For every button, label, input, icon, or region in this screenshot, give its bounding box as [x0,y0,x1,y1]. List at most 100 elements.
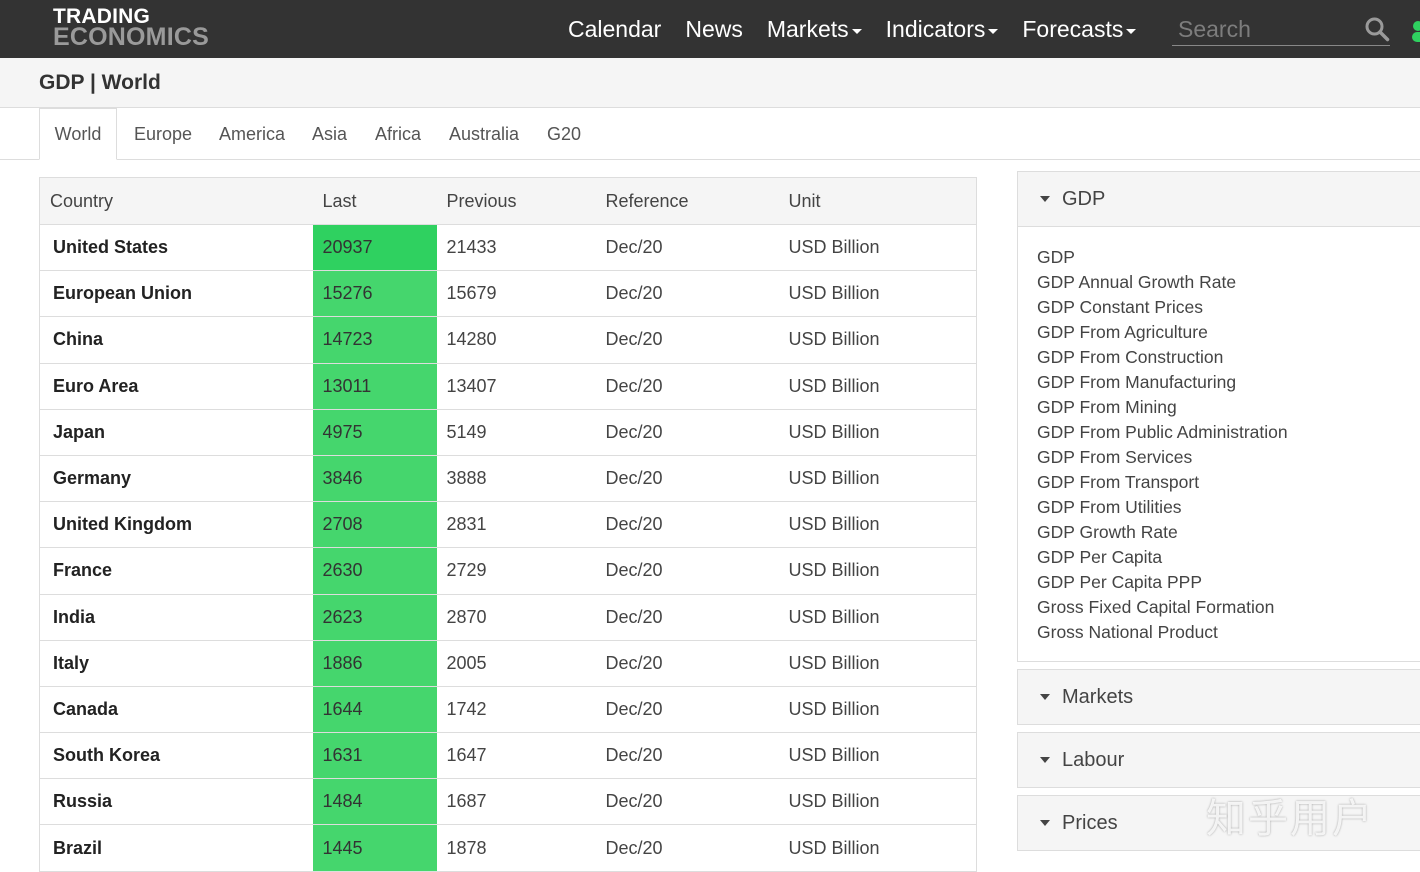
nav-item-forecasts[interactable]: Forecasts [1010,16,1148,43]
cell-unit: USD Billion [778,640,977,687]
table-row[interactable]: South Korea 1631 1647 Dec/20 USD Billion [39,732,977,780]
nav-label: Markets [766,15,849,42]
table-row[interactable]: Russia 1484 1687 Dec/20 USD Billion [39,778,977,826]
cell-country[interactable]: European Union [39,270,313,318]
table-header-row: Country Last Previous Reference Unit [39,177,977,225]
cell-country[interactable]: South Korea [39,732,313,780]
tab-africa[interactable]: Africa [375,108,421,160]
cell-country[interactable]: China [39,316,313,364]
sidebar-link[interactable]: GDP From Transport [1037,470,1420,495]
cell-last: 1484 [312,778,437,826]
table-row[interactable]: Italy 1886 2005 Dec/20 USD Billion [39,640,977,687]
table-row[interactable]: France 2630 2729 Dec/20 USD Billion [39,547,977,595]
header-reference[interactable]: Reference [595,177,779,225]
cell-unit: USD Billion [778,455,977,503]
sidebar-link[interactable]: GDP Growth Rate [1037,520,1420,545]
sidebar-link[interactable]: GDP Per Capita [1037,545,1420,570]
cell-previous: 13407 [436,363,596,410]
nav-item-indicators[interactable]: Indicators [874,16,1011,43]
sidebar-link[interactable]: GDP From Public Administration [1037,420,1420,445]
cell-reference: Dec/20 [595,594,779,641]
cell-country[interactable]: Russia [39,778,313,826]
panel-title: Prices [1062,811,1118,834]
tab-america[interactable]: America [219,108,285,160]
table-row[interactable]: India 2623 2870 Dec/20 USD Billion [39,594,977,641]
table-row[interactable]: Germany 3846 3888 Dec/20 USD Billion [39,455,977,503]
sidebar-link[interactable]: GDP From Utilities [1037,495,1420,520]
sidebar-link[interactable]: GDP Constant Prices [1037,295,1420,320]
sidebar-link[interactable]: GDP Annual Growth Rate [1037,270,1420,295]
sidebar-link[interactable]: GDP From Agriculture [1037,320,1420,345]
cell-reference: Dec/20 [595,640,779,687]
header-last[interactable]: Last [312,177,437,225]
table-row[interactable]: European Union 15276 15679 Dec/20 USD Billio… [39,270,977,318]
cell-country[interactable]: Brazil [39,824,313,872]
page-title: GDP | World [39,71,161,94]
nav-item-markets[interactable]: Markets [755,16,874,43]
table-row[interactable]: China 14723 14280 Dec/20 USD Billion [39,316,977,364]
cell-previous: 1742 [436,686,596,734]
table-row[interactable]: United Kingdom 2708 2831 Dec/20 USD Billion [39,501,977,549]
cell-last: 2708 [312,501,437,549]
cell-unit: USD Billion [778,824,977,872]
cell-country[interactable]: Italy [39,640,313,687]
chevron-down-icon [1126,28,1137,34]
sidebar-link[interactable]: GDP From Manufacturing [1037,370,1420,395]
cell-country[interactable]: United States [39,224,313,272]
cell-country[interactable]: India [39,594,313,641]
table-row[interactable]: Canada 1644 1742 Dec/20 USD Billion [39,686,977,734]
table-row[interactable]: Euro Area 13011 13407 Dec/20 USD Billion [39,363,977,410]
nav-item-news[interactable]: News [673,16,755,43]
sidebar-link[interactable]: GDP From Services [1037,445,1420,470]
cell-last: 13011 [312,363,437,410]
cell-unit: USD Billion [778,409,977,456]
tab-europe[interactable]: Europe [134,108,192,160]
sidebar-link[interactable]: Gross National Product [1037,620,1420,645]
sidebar-link[interactable]: GDP Per Capita PPP [1037,570,1420,595]
cell-country[interactable]: France [39,547,313,595]
cell-unit: USD Billion [778,270,977,318]
table-row[interactable]: United States 20937 21433 Dec/20 USD Billion [39,224,977,272]
search-icon[interactable] [1364,16,1390,42]
panel-gdp-header[interactable]: GDP [1017,171,1420,227]
cell-last: 1644 [312,686,437,734]
panel-gdp-links: GDP GDP Annual Growth Rate GDP Constant Pr… [1017,227,1420,662]
site-logo[interactable]: TRADING ECONOMICS [53,6,209,52]
logo-line-2: ECONOMICS [53,23,209,52]
sidebar-link[interactable]: Gross Fixed Capital Formation [1037,595,1420,620]
cell-previous: 3888 [436,455,596,503]
cell-country[interactable]: Canada [39,686,313,734]
nav-item-calendar[interactable]: Calendar [556,16,673,43]
panel-markets-header[interactable]: Markets [1017,669,1420,725]
tab-australia[interactable]: Australia [449,108,519,160]
tab-asia[interactable]: Asia [312,108,347,160]
panel-labour-header[interactable]: Labour [1017,732,1420,788]
table-row[interactable]: Brazil 1445 1878 Dec/20 USD Billion [39,824,977,872]
sidebar-link[interactable]: GDP From Mining [1037,395,1420,420]
cell-reference: Dec/20 [595,363,779,410]
cell-previous: 2831 [436,501,596,549]
cell-country[interactable]: Germany [39,455,313,503]
cell-country[interactable]: United Kingdom [39,501,313,549]
cell-last: 14723 [312,316,437,364]
search-input[interactable] [1172,14,1352,44]
sidebar-link[interactable]: GDP From Construction [1037,345,1420,370]
header-previous[interactable]: Previous [436,177,596,225]
table-row[interactable]: Japan 4975 5149 Dec/20 USD Billion [39,409,977,456]
cell-last: 4975 [312,409,437,456]
tab-g20[interactable]: G20 [547,108,581,160]
panel-title: Labour [1062,748,1125,771]
cell-reference: Dec/20 [595,224,779,272]
cell-unit: USD Billion [778,501,977,549]
cell-country[interactable]: Euro Area [39,363,313,410]
header-country[interactable]: Country [39,177,313,225]
cell-previous: 5149 [436,409,596,456]
sidebar-link[interactable]: GDP [1037,245,1420,270]
header-unit[interactable]: Unit [778,177,977,225]
cell-previous: 2870 [436,594,596,641]
region-tabs: World Europe America Asia Africa Australia G20 [0,108,1420,160]
tab-world[interactable]: World [39,108,117,160]
user-icon[interactable] [1408,18,1420,42]
cell-unit: USD Billion [778,594,977,641]
cell-country[interactable]: Japan [39,409,313,456]
